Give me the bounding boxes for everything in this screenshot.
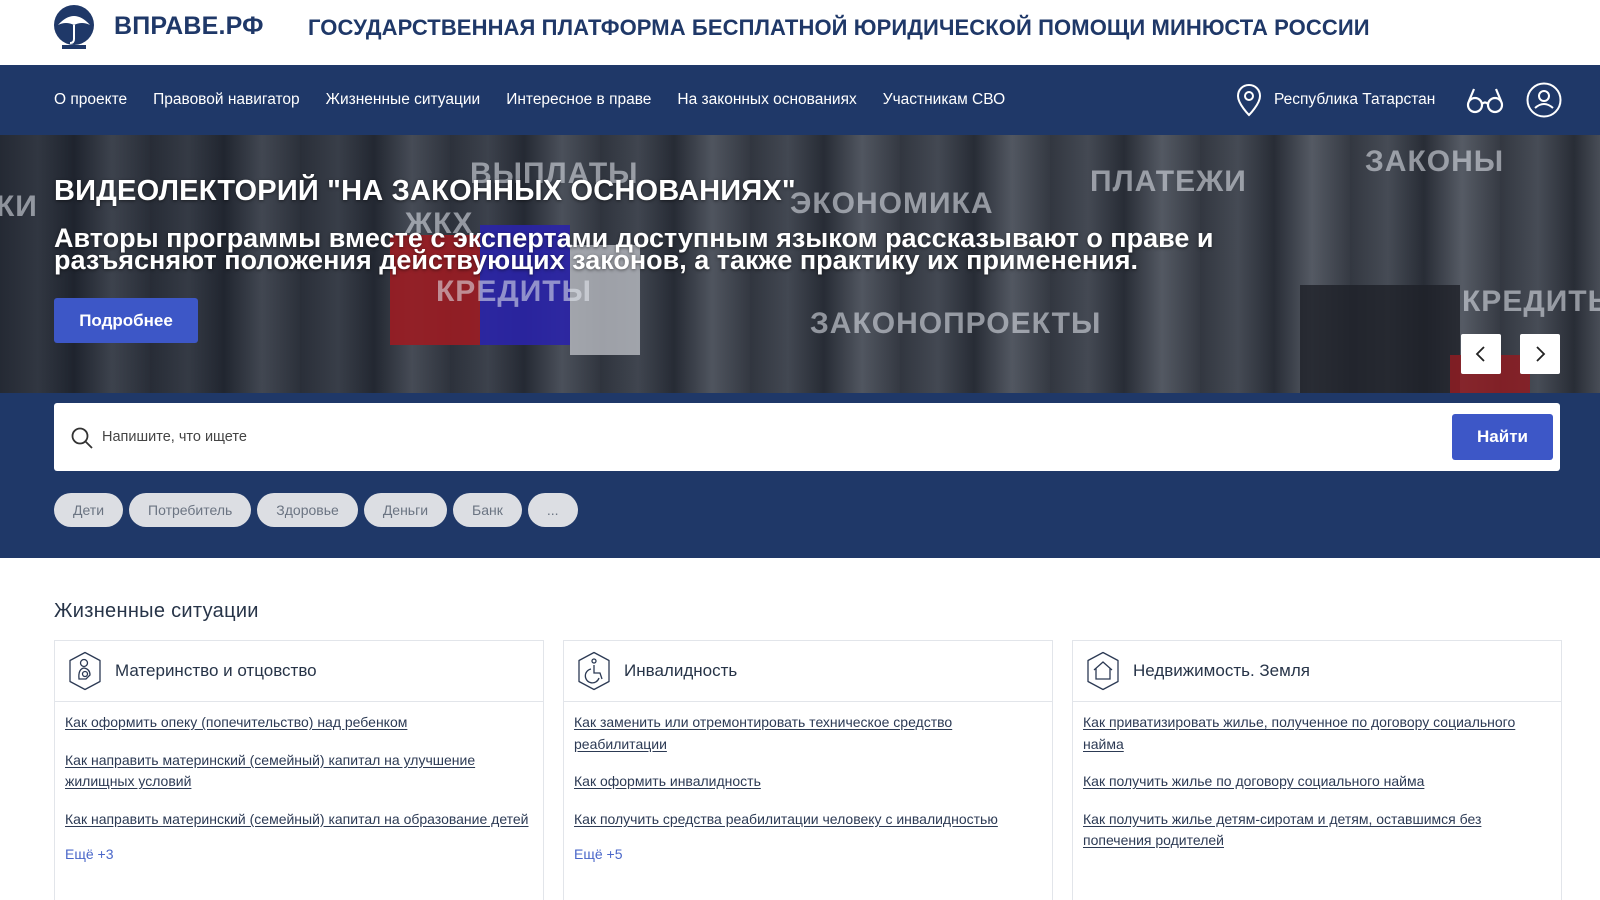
banner-bg-word: ЗАКОНЫ (1365, 145, 1505, 178)
tag-money[interactable]: Деньги (363, 493, 448, 527)
search-input[interactable] (102, 421, 1402, 453)
card-links: Как оформить опеку (попечительство) над … (55, 702, 543, 864)
tag-health[interactable]: Здоровье (257, 493, 358, 527)
card-header[interactable]: Материнство и отцовство (55, 641, 543, 702)
carousel-prev-button[interactable] (1461, 334, 1501, 374)
carousel-next-button[interactable] (1520, 334, 1560, 374)
situation-link[interactable]: Как получить жилье по договору социально… (1083, 771, 1551, 793)
situation-card-parenthood: Материнство и отцовство Как оформить опе… (54, 640, 544, 900)
main-nav: О проекте Правовой навигатор Жизненные с… (0, 65, 1600, 135)
banner-title: ВИДЕОЛЕКТОРИЙ "НА ЗАКОННЫХ ОСНОВАНИЯХ" (54, 175, 796, 207)
banner-bg-word: КРЕДИТЫ (1462, 285, 1600, 318)
nav-item-svo-participants[interactable]: Участникам СВО (883, 91, 1005, 109)
situation-link[interactable]: Как приватизировать жилье, полученное по… (1083, 712, 1551, 755)
tag-bank[interactable]: Банк (453, 493, 522, 527)
tag-children[interactable]: Дети (54, 493, 124, 527)
nav-item-about[interactable]: О проекте (54, 91, 127, 109)
situation-link[interactable]: Как получить средства реабилитации челов… (574, 809, 1042, 831)
situation-link[interactable]: Как получить жилье детям-сиротам и детям… (1083, 809, 1551, 852)
banner-bg-word: КРЕДИТЫ (436, 275, 592, 308)
chevron-left-icon (1475, 346, 1485, 362)
wheelchair-icon (578, 651, 610, 691)
search-tags: Дети Потребитель Здоровье Деньги Банк ..… (54, 493, 578, 527)
tag-consumer[interactable]: Потребитель (129, 493, 252, 527)
situation-card-disability: Инвалидность Как заменить или отремонтир… (563, 640, 1053, 900)
nav-item-interesting-in-law[interactable]: Интересное в праве (506, 91, 651, 109)
tag-more[interactable]: ... (527, 493, 578, 527)
location-pin-icon (1236, 83, 1262, 117)
more-situations-link[interactable]: Ещё +5 (574, 846, 623, 862)
nav-item-legal-navigator[interactable]: Правовой навигатор (153, 91, 300, 109)
card-links: Как приватизировать жилье, полученное по… (1073, 702, 1561, 852)
card-title: Недвижимость. Земля (1133, 661, 1310, 680)
house-icon (1087, 651, 1119, 691)
mother-child-icon (69, 651, 101, 691)
find-button[interactable]: Найти (1452, 414, 1553, 460)
card-header[interactable]: Недвижимость. Земля (1073, 641, 1561, 702)
card-title: Материнство и отцовство (115, 661, 317, 680)
hero-banner: ВЫПЛАТЫ ЖКХ ЭКОНОМИКА КРЕДИТЫ ПЛАТЕЖИ ЗА… (0, 135, 1600, 393)
more-details-button[interactable]: Подробнее (54, 298, 198, 343)
banner-bg-word: ПЛАТЕЖИ (1090, 165, 1247, 198)
situation-link[interactable]: Как оформить инвалидность (574, 771, 1042, 793)
logo-umbrella-icon[interactable] (53, 3, 95, 51)
card-title: Инвалидность (624, 661, 738, 680)
banner-dark-cube (1300, 285, 1460, 393)
platform-title: ГОСУДАРСТВЕННАЯ ПЛАТФОРМА БЕСПЛАТНОЙ ЮРИ… (308, 15, 1370, 40)
brand-name[interactable]: ВПРАВЕ.РФ (114, 12, 264, 41)
region-selector[interactable]: Республика Татарстан (1236, 65, 1435, 135)
nav-menu: О проекте Правовой навигатор Жизненные с… (54, 65, 1005, 135)
situation-link[interactable]: Как направить материнский (семейный) кап… (65, 750, 533, 793)
card-header[interactable]: Инвалидность (564, 641, 1052, 702)
nav-item-life-situations[interactable]: Жизненные ситуации (326, 91, 481, 109)
banner-bg-word: ЭКОНОМИКА (790, 187, 994, 220)
top-header: ВПРАВЕ.РФ ГОСУДАРСТВЕННАЯ ПЛАТФОРМА БЕСП… (0, 0, 1600, 65)
life-situations-title: Жизненные ситуации (54, 600, 259, 622)
search-section: Найти Дети Потребитель Здоровье Деньги Б… (0, 393, 1600, 558)
banner-bg-word: ЗАКОНОПРОЕКТЫ (810, 307, 1102, 340)
low-vision-glasses-icon[interactable] (1465, 83, 1505, 117)
more-situations-link[interactable]: Ещё +3 (65, 846, 114, 862)
nav-item-legal-grounds[interactable]: На законных основаниях (677, 91, 856, 109)
banner-subtitle: Авторы программы вместе с экспертами дос… (54, 223, 1214, 275)
region-name: Республика Татарстан (1274, 91, 1436, 108)
banner-bg-word: КИ (0, 190, 38, 223)
situation-link[interactable]: Как направить материнский (семейный) кап… (65, 809, 533, 831)
chevron-right-icon (1536, 346, 1546, 362)
search-icon (71, 427, 93, 449)
situation-card-real-estate: Недвижимость. Земля Как приватизировать … (1072, 640, 1562, 900)
situation-link[interactable]: Как заменить или отремонтировать техниче… (574, 712, 1042, 755)
search-box: Найти (54, 403, 1560, 471)
situation-link[interactable]: Как оформить опеку (попечительство) над … (65, 712, 533, 734)
card-links: Как заменить или отремонтировать техниче… (564, 702, 1052, 864)
user-account-icon[interactable] (1526, 82, 1562, 118)
